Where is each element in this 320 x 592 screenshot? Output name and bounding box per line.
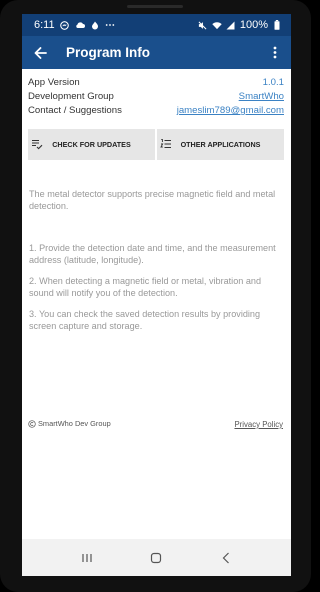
cloud-icon xyxy=(75,20,85,30)
back-icon xyxy=(222,552,230,563)
home-button[interactable] xyxy=(141,543,171,573)
info-label: Contact / Suggestions xyxy=(28,105,122,116)
recents-button[interactable] xyxy=(72,543,102,573)
more-vert-icon xyxy=(273,46,277,59)
copyright-text: SmartWho Dev Group xyxy=(38,419,111,428)
battery-icon xyxy=(272,20,282,30)
info-label: Development Group xyxy=(28,91,114,102)
copyright: SmartWho Dev Group xyxy=(28,419,111,428)
page-title: Program Info xyxy=(66,45,151,60)
contact-email-link[interactable]: jameslim789@gmail.com xyxy=(177,104,284,118)
playlist-check-icon xyxy=(32,140,43,150)
other-apps-button[interactable]: OTHER APPLICATIONS xyxy=(157,129,284,160)
app-bar: Program Info xyxy=(22,36,291,69)
privacy-policy-link[interactable]: Privacy Policy xyxy=(234,420,283,429)
wifi-icon xyxy=(212,20,222,30)
phone-frame: 6:11 100% Program Info App Version 1.0.1… xyxy=(0,0,311,592)
description-item-1: 1. Provide the detection date and time, … xyxy=(29,243,276,265)
status-right: 100% xyxy=(198,19,282,31)
info-row-version: App Version 1.0.1 xyxy=(28,76,284,90)
status-bar: 6:11 100% xyxy=(22,14,291,36)
copyright-icon xyxy=(28,419,36,428)
description-item-3: 3. You can check the saved detection res… xyxy=(29,309,261,331)
speaker-grille xyxy=(127,5,183,8)
battery-percent: 100% xyxy=(239,19,268,31)
overflow-menu-button[interactable] xyxy=(263,36,287,69)
other-apps-label: OTHER APPLICATIONS xyxy=(180,140,261,149)
info-list: App Version 1.0.1 Development Group Smar… xyxy=(28,76,284,118)
description-intro: The metal detector supports precise magn… xyxy=(29,189,276,211)
info-row-dev-group: Development Group SmartWho xyxy=(28,90,284,104)
mute-icon xyxy=(198,20,208,30)
status-left: 6:11 xyxy=(34,19,115,31)
status-time: 6:11 xyxy=(34,19,55,31)
check-updates-label: CHECK FOR UPDATES xyxy=(52,140,131,149)
info-label: App Version xyxy=(28,77,80,88)
version-value: 1.0.1 xyxy=(262,77,284,88)
app-icon xyxy=(90,20,100,30)
screen: 6:11 100% Program Info App Version 1.0.1… xyxy=(22,14,291,576)
recents-icon xyxy=(82,553,92,562)
arrow-back-icon xyxy=(34,46,47,59)
check-updates-button[interactable]: CHECK FOR UPDATES xyxy=(28,129,155,160)
signal-icon xyxy=(226,20,236,30)
more-dots-icon xyxy=(105,20,115,30)
action-buttons: CHECK FOR UPDATES OTHER APPLICATIONS xyxy=(28,129,284,160)
system-nav-bar xyxy=(22,539,291,576)
format-list-numbered-icon xyxy=(160,138,171,148)
info-row-contact: Contact / Suggestions jameslim789@gmail.… xyxy=(28,104,284,118)
nav-back-button[interactable] xyxy=(211,543,241,573)
dev-group-link[interactable]: SmartWho xyxy=(239,90,284,104)
description-item-2: 2. When detecting a magnetic field or me… xyxy=(29,276,262,298)
messenger-icon xyxy=(60,20,70,30)
back-button[interactable] xyxy=(24,36,56,69)
home-icon xyxy=(151,552,162,563)
